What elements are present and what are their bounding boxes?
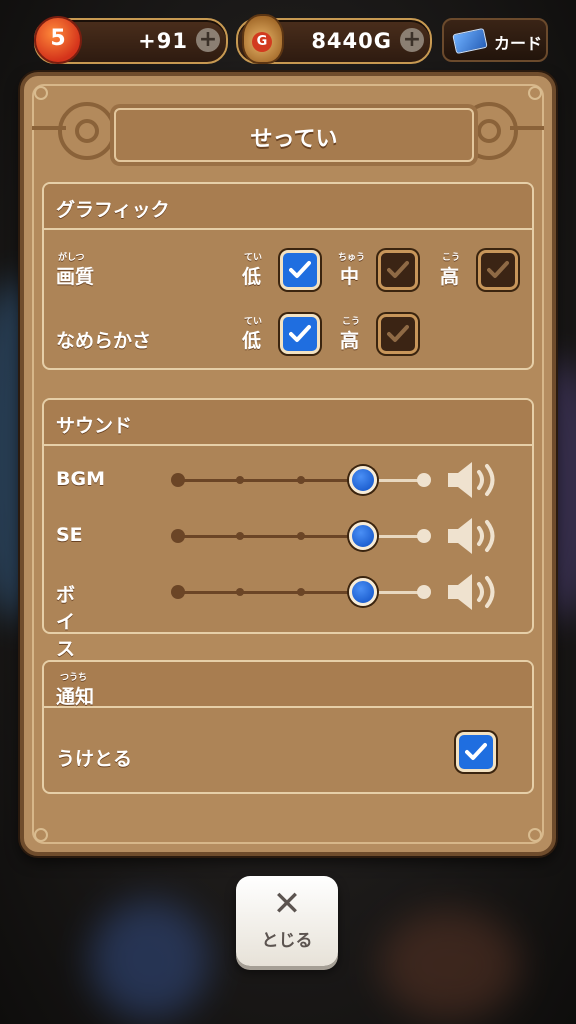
speaker-icon	[448, 574, 495, 610]
graphics-section-header: グラフィック	[44, 184, 532, 230]
slider-knob[interactable]	[348, 522, 377, 550]
gold-plus-icon[interactable]: +	[400, 28, 424, 52]
stamina-value: +91	[138, 29, 188, 53]
gold-value: 8440G	[311, 29, 392, 53]
slider-max-dot[interactable]	[417, 585, 431, 599]
quality-low-label: 低	[242, 266, 262, 288]
slider-max-dot[interactable]	[417, 529, 431, 543]
slider-step-dot[interactable]	[171, 529, 185, 543]
heart-icon: 5	[34, 16, 82, 64]
gold-bag-icon: G	[242, 14, 284, 64]
speaker-icon	[448, 518, 495, 554]
slider-step-dot[interactable]	[297, 532, 305, 540]
close-button[interactable]: ✕ とじる	[236, 876, 338, 966]
receive-label: うけとる	[56, 748, 133, 770]
notification-section-title: 通知	[56, 686, 95, 708]
quality-label: 画質	[56, 266, 95, 288]
smoothness-low-checkbox[interactable]	[280, 314, 320, 354]
slider-label: ボイス	[56, 584, 76, 660]
slider-label: BGM	[56, 468, 105, 490]
checkmark-icon	[487, 261, 509, 278]
dialog-title: せってい	[250, 127, 338, 152]
checkmark-icon	[387, 325, 409, 342]
slider-step-dot[interactable]	[297, 476, 305, 484]
checkmark-icon	[289, 325, 311, 342]
corner-ornament	[34, 86, 48, 100]
checkmark-icon	[289, 261, 311, 278]
background-blur	[380, 910, 520, 1020]
slider-track[interactable]	[178, 479, 363, 482]
slider-step-dot[interactable]	[235, 476, 244, 484]
status-bar: 5 +91 + G 8440G + カード	[0, 0, 576, 70]
receive-checkbox[interactable]	[456, 732, 496, 772]
gold-badge: G	[252, 32, 272, 52]
corner-ornament	[528, 86, 542, 100]
slider-step-dot[interactable]	[235, 532, 244, 540]
card-label: カード	[494, 34, 543, 53]
graphics-section-title: グラフィック	[56, 199, 170, 221]
slider-label: SE	[56, 524, 83, 546]
corner-ornament	[34, 828, 48, 842]
quality-high-label: 高	[440, 266, 460, 288]
quality-low-checkbox[interactable]	[280, 250, 320, 290]
sound-section-title: サウンド	[56, 415, 133, 437]
right-ornament-wing	[510, 126, 544, 130]
corner-ornament	[528, 828, 542, 842]
checkmark-icon	[387, 261, 409, 278]
close-label: とじる	[261, 931, 313, 951]
stamina-plus-icon[interactable]: +	[196, 28, 220, 52]
sound-section-header: サウンド	[44, 400, 532, 446]
smoothness-label: なめらかさ	[56, 330, 152, 352]
sound-section: サウンド BGM SE ボイス	[42, 398, 534, 660]
slider-step-dot[interactable]	[171, 473, 185, 487]
smoothness-high-label: 高	[340, 330, 360, 352]
graphics-section: グラフィック がしつ 画質 てい 低 ちゅう 中 こう 高 なめらかさ てい 低…	[42, 182, 534, 370]
stamina-pill: 5 +91 +	[34, 16, 228, 64]
smoothness-low-label: 低	[242, 330, 262, 352]
dialog-title-band: せってい	[114, 108, 474, 162]
quality-mid-label: 中	[340, 266, 360, 288]
card-icon	[452, 27, 488, 55]
slider-step-dot[interactable]	[297, 588, 305, 596]
slider-track[interactable]	[178, 591, 363, 594]
slider-knob[interactable]	[348, 578, 377, 606]
left-ornament-wing	[32, 126, 66, 130]
smoothness-high-checkbox[interactable]	[378, 314, 418, 354]
slider-step-dot[interactable]	[171, 585, 185, 599]
background-blur	[90, 900, 210, 1020]
slider-max-dot[interactable]	[417, 473, 431, 487]
slider-knob[interactable]	[348, 466, 377, 494]
close-icon: ✕	[272, 884, 302, 924]
checkmark-icon	[465, 743, 487, 760]
quality-mid-checkbox[interactable]	[378, 250, 418, 290]
card-button[interactable]: カード	[442, 18, 548, 62]
slider-track[interactable]	[178, 535, 363, 538]
notification-section: つうち 通知 うけとる	[42, 660, 534, 794]
gold-pill: G 8440G +	[236, 14, 432, 64]
notification-section-header: つうち 通知	[44, 662, 532, 708]
slider-step-dot[interactable]	[235, 588, 244, 596]
left-ornament-icon	[58, 102, 116, 160]
speaker-icon	[448, 462, 495, 498]
quality-high-checkbox[interactable]	[478, 250, 518, 290]
